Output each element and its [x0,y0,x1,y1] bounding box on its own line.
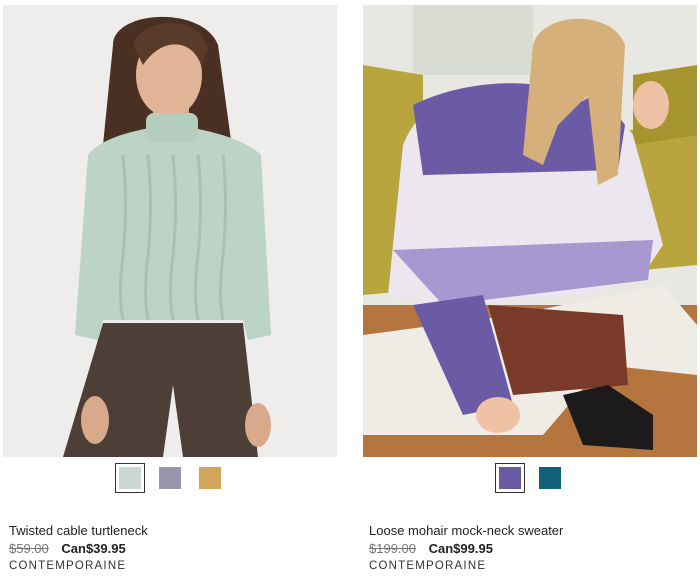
original-price: $199.00 [369,541,416,556]
swatch-chip [159,467,181,489]
product-card-mohair-sweater[interactable]: Loose mohair mock-neck sweater $199.00 C… [363,0,697,576]
color-swatches [363,463,697,495]
brand-label: CONTEMPORAINE [9,560,127,572]
product-photo-mohair-sweater [363,5,697,457]
swatch-teal[interactable] [535,463,565,493]
price-row: $199.00 Can$99.95 [369,541,493,556]
swatch-chip [499,467,521,489]
brand-label: CONTEMPORAINE [369,560,487,572]
price-row: $59.00 Can$39.95 [9,541,126,556]
original-price: $59.00 [9,541,49,556]
swatch-gold[interactable] [195,463,225,493]
sale-price: Can$99.95 [428,541,493,556]
swatch-lilac[interactable] [155,463,185,493]
product-image-mohair-sweater[interactable] [363,5,697,457]
swatch-chip [199,467,221,489]
swatch-purple-stripe[interactable] [495,463,525,493]
sale-price: Can$39.95 [61,541,126,556]
color-swatches [3,463,337,495]
product-photo-turtleneck [3,5,337,457]
swatch-chip [539,467,561,489]
swatch-sage[interactable] [115,463,145,493]
product-card-turtleneck[interactable]: Twisted cable turtleneck $59.00 Can$39.9… [3,0,337,576]
product-title[interactable]: Loose mohair mock-neck sweater [369,523,563,538]
product-image-turtleneck[interactable] [3,5,337,457]
product-title[interactable]: Twisted cable turtleneck [9,523,148,538]
swatch-chip [119,467,141,489]
